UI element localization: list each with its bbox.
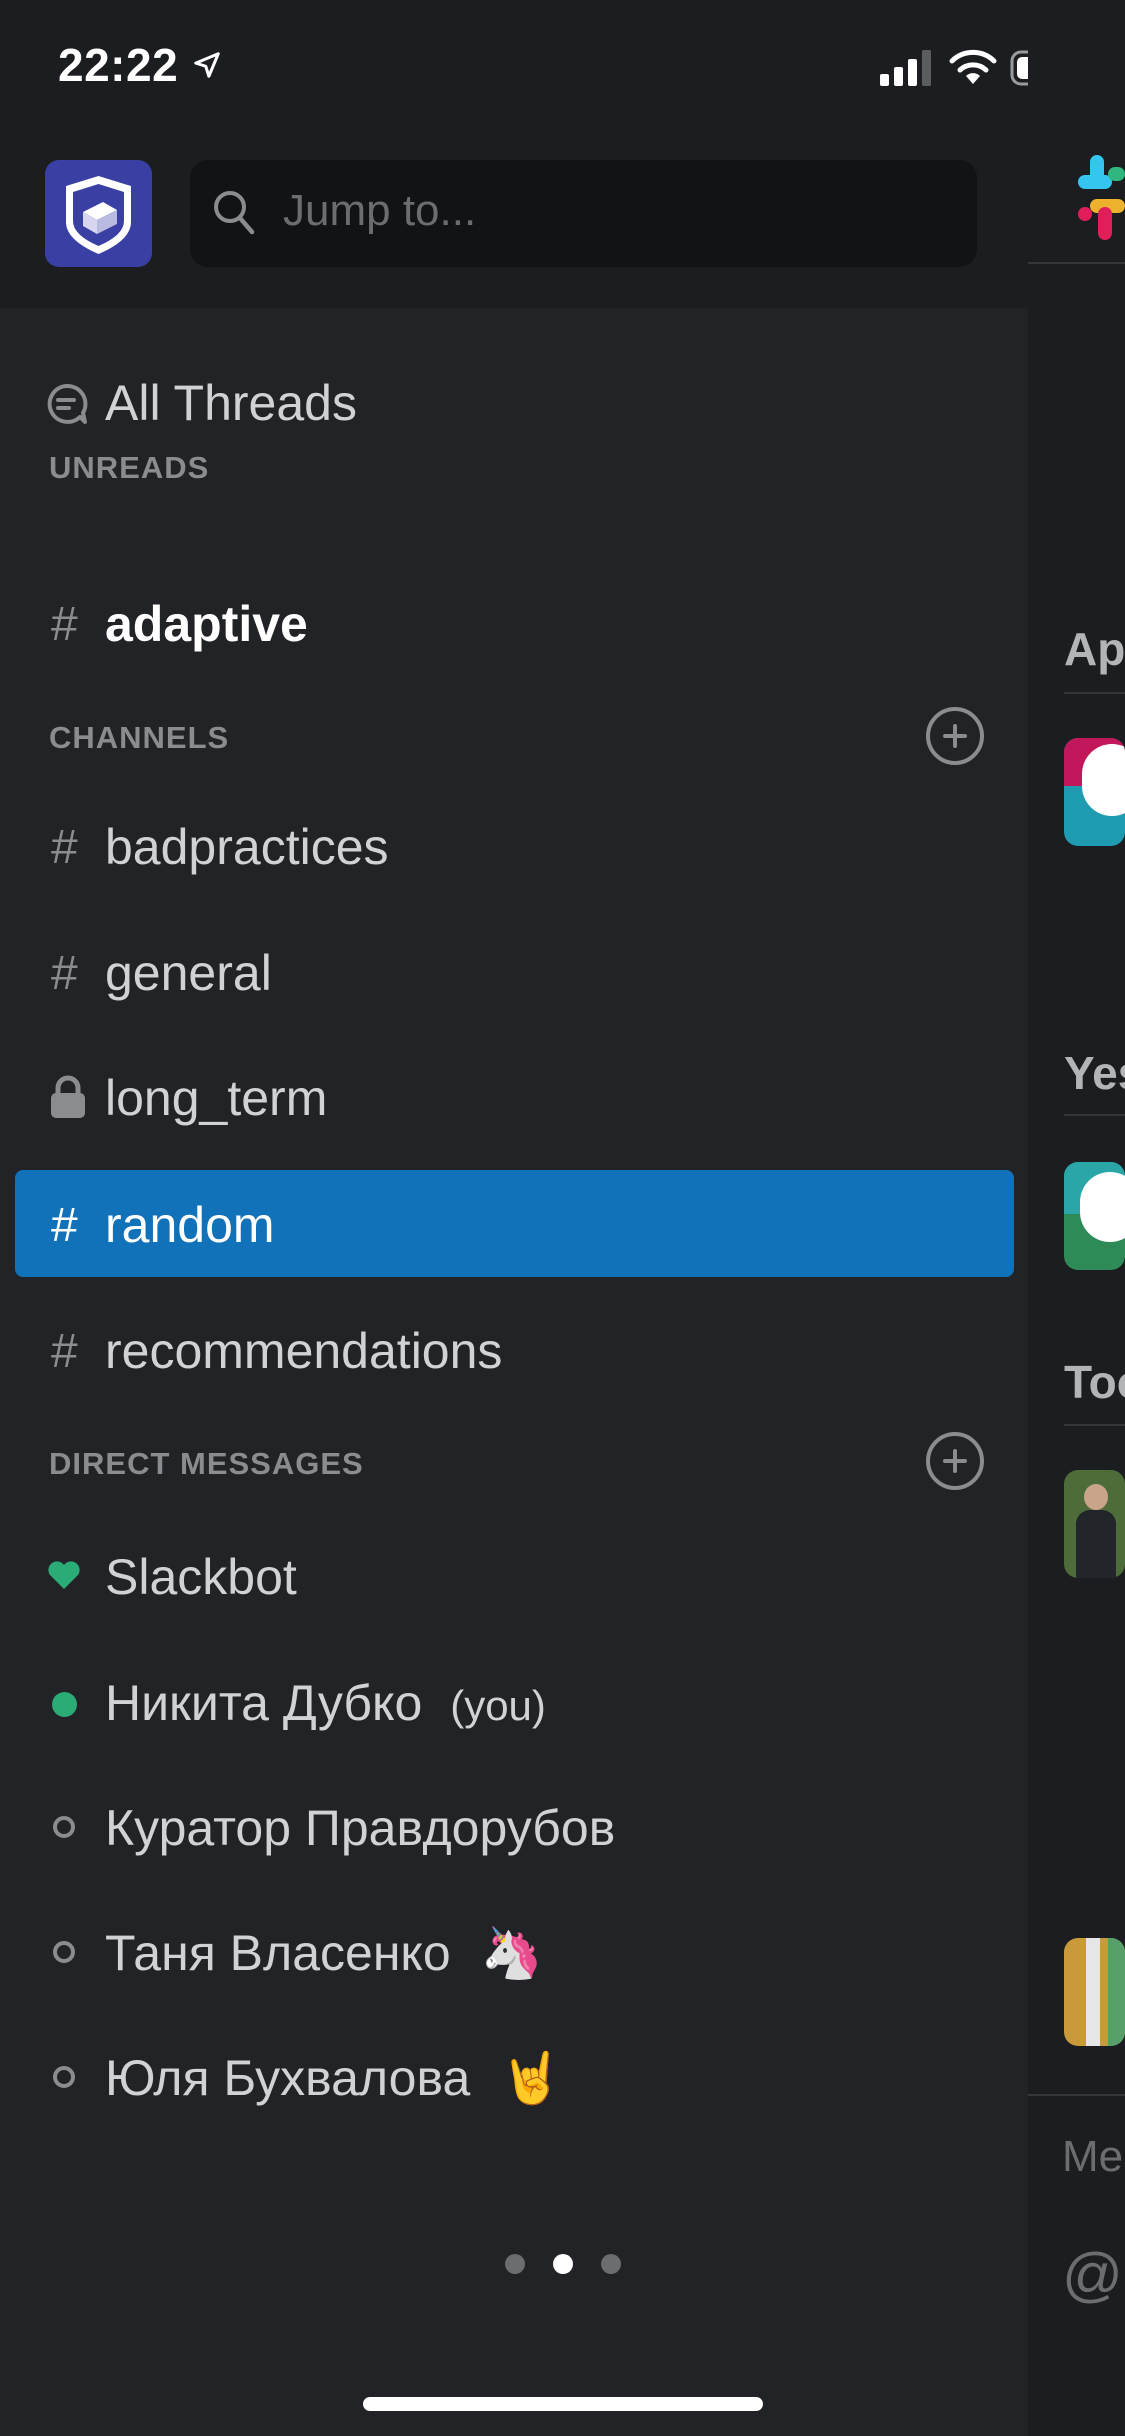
mention-icon[interactable]: @ xyxy=(1062,2240,1123,2309)
threads-icon xyxy=(47,383,88,424)
dm-section-label: DIRECT MESSAGES xyxy=(49,1446,364,1481)
presence-away-icon xyxy=(53,2066,75,2088)
channel-item-adaptive[interactable]: adaptive xyxy=(105,595,308,653)
rock-hand-emoji-icon: 🤘 xyxy=(500,2050,563,2106)
heading-divider xyxy=(1064,1114,1125,1116)
message-thumbnail[interactable] xyxy=(1064,1938,1125,2046)
dm-item-kurator[interactable]: Куратор Правдорубов xyxy=(105,1799,615,1857)
dm-item-yulia[interactable]: Юля Бухвалова 🤘 xyxy=(105,2049,562,2108)
workspace-logo-icon xyxy=(66,176,131,254)
page-dot-active xyxy=(553,2254,573,2274)
heart-icon xyxy=(48,1561,80,1589)
channels-section-label: CHANNELS xyxy=(49,720,230,755)
presence-away-icon xyxy=(53,1816,75,1838)
workspace-icon[interactable] xyxy=(45,160,152,267)
location-arrow-icon xyxy=(194,52,220,78)
channel-item-badpractices[interactable]: badpractices xyxy=(105,818,389,876)
message-input-placeholder[interactable]: Me xyxy=(1062,2132,1123,2182)
hash-icon: # xyxy=(51,1199,78,1252)
panel-heading-1: Ap xyxy=(1064,623,1125,675)
add-dm-button[interactable] xyxy=(926,1432,984,1490)
dm-item-tanya[interactable]: Таня Власенко 🦄 xyxy=(105,1924,543,1983)
unicorn-emoji-icon: 🦄 xyxy=(480,1925,543,1981)
hash-icon: # xyxy=(51,821,78,874)
search-icon xyxy=(214,191,255,235)
panel-heading-3: Too xyxy=(1064,1356,1125,1408)
presence-online-icon xyxy=(52,1692,77,1717)
message-thumbnail[interactable] xyxy=(1064,738,1125,846)
dm-name: Юля Бухвалова xyxy=(105,2050,471,2106)
slack-logo-icon xyxy=(1078,155,1125,240)
lock-icon xyxy=(51,1075,85,1118)
all-threads-item[interactable]: All Threads xyxy=(105,374,357,432)
composer-divider xyxy=(1028,2094,1125,2096)
hash-icon: # xyxy=(51,1325,78,1378)
channel-item-general[interactable]: general xyxy=(105,944,272,1002)
panel-header-divider xyxy=(1028,262,1125,264)
hash-icon: # xyxy=(51,598,78,651)
page-dot xyxy=(505,2254,525,2274)
channel-item-long-term[interactable]: long_term xyxy=(105,1069,327,1127)
channel-item-random[interactable]: random xyxy=(105,1196,275,1254)
user-avatar-photo[interactable] xyxy=(1064,1470,1125,1578)
heading-divider xyxy=(1064,1424,1125,1426)
home-indicator[interactable] xyxy=(363,2397,763,2411)
message-thumbnail[interactable] xyxy=(1064,1162,1125,1270)
you-suffix: (you) xyxy=(450,1682,546,1729)
dm-item-self[interactable]: Никита Дубко (you) xyxy=(105,1674,546,1732)
unreads-section-label: UNREADS xyxy=(49,450,210,485)
presence-away-icon xyxy=(53,1941,75,1963)
status-time: 22:22 xyxy=(58,39,179,91)
add-channel-button[interactable] xyxy=(926,707,984,765)
wifi-icon xyxy=(949,49,997,84)
dm-item-slackbot[interactable]: Slackbot xyxy=(105,1548,297,1606)
search-placeholder: Jump to... xyxy=(283,186,477,235)
page-dot xyxy=(601,2254,621,2274)
dm-name: Таня Власенко xyxy=(105,1925,451,1981)
panel-heading-2: Yes xyxy=(1064,1047,1125,1099)
dm-name: Никита Дубко xyxy=(105,1675,423,1731)
hash-icon: # xyxy=(51,947,78,1000)
heading-divider xyxy=(1064,692,1125,694)
channel-item-recommendations[interactable]: recommendations xyxy=(105,1322,502,1380)
cellular-signal-icon xyxy=(880,50,931,86)
